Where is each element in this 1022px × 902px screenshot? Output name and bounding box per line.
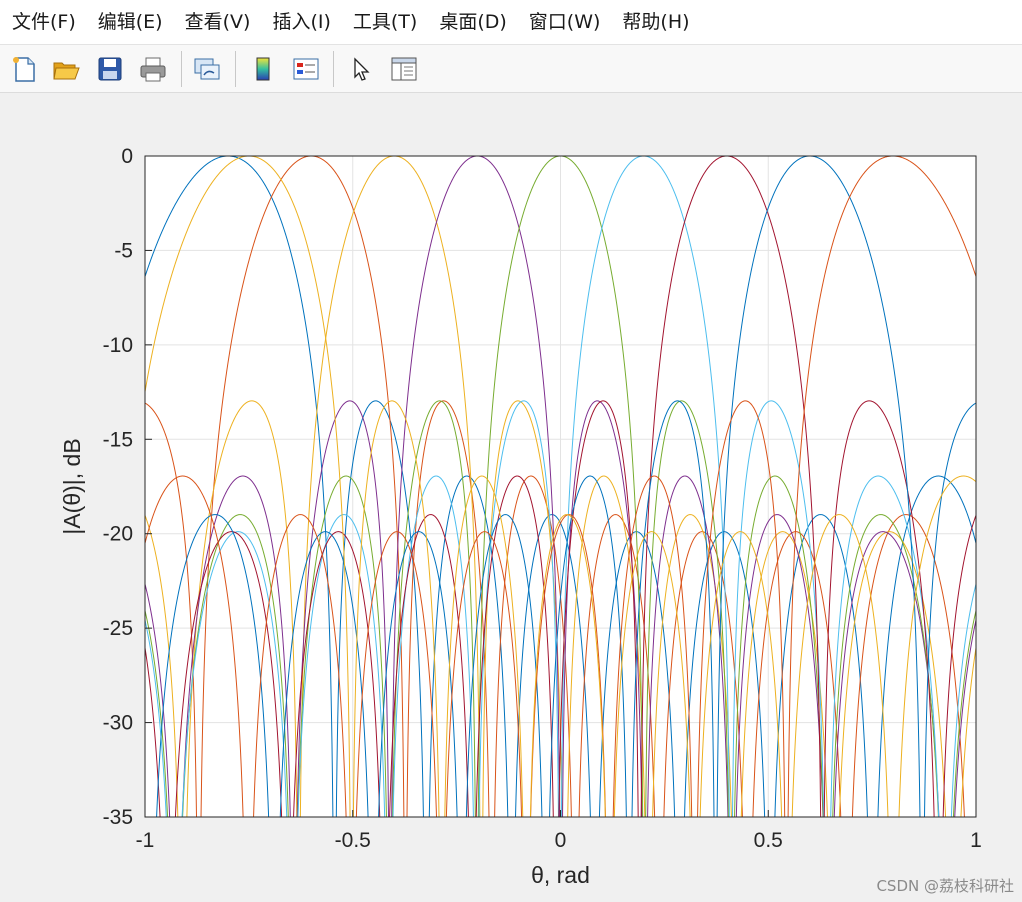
link-plot-button[interactable]	[191, 53, 223, 85]
menu-desktop[interactable]: 桌面(D)	[428, 0, 517, 44]
new-figure-icon	[13, 57, 35, 82]
menu-tools[interactable]: 工具(T)	[342, 0, 428, 44]
menu-file[interactable]: 文件(F)	[0, 0, 87, 44]
y-tick-label: -20	[103, 523, 133, 546]
y-tick-label: -25	[103, 617, 133, 640]
y-tick-label: 0	[121, 145, 133, 168]
print-icon	[140, 57, 166, 82]
y-tick-label: -30	[103, 712, 133, 735]
save-button[interactable]	[94, 53, 126, 85]
new-figure-button[interactable]	[8, 53, 40, 85]
open-file-icon	[53, 62, 80, 80]
watermark: CSDN @荔枝科研社	[876, 877, 1014, 895]
open-file-button[interactable]	[50, 53, 82, 85]
x-tick-label: -0.5	[335, 829, 371, 852]
toolbar-separator	[181, 51, 182, 87]
menu-edit[interactable]: 编辑(E)	[87, 0, 174, 44]
menu-insert[interactable]: 插入(I)	[261, 0, 341, 44]
property-inspector-icon	[391, 57, 417, 81]
chart: -1 -0.5 0 0.5 10-5-10-15-20-25-30-35 θ, rad …	[59, 145, 982, 888]
figure-toolbar	[0, 45, 1022, 93]
x-tick-label: -1	[136, 829, 155, 852]
x-tick-label: 0.5	[754, 829, 783, 852]
menu-bar: 文件(F) 编辑(E) 查看(V) 插入(I) 工具(T) 桌面(D) 窗口(W…	[0, 0, 1022, 45]
x-tick-label: 1	[970, 829, 982, 852]
insert-legend-icon	[293, 58, 319, 80]
print-button[interactable]	[137, 53, 169, 85]
figure-area: -1 -0.5 0 0.5 1 0 -5 -10 -15 -20 -25 -30 -35 θ, rad …	[0, 93, 1022, 902]
menu-help[interactable]: 帮助(H)	[611, 0, 700, 44]
x-tick-label: 0	[555, 829, 567, 852]
link-plot-icon	[194, 58, 220, 80]
save-icon	[98, 57, 122, 81]
edit-plot-button[interactable]	[345, 53, 377, 85]
x-axis-label: θ, rad	[531, 862, 590, 888]
y-tick-label: -35	[103, 806, 133, 829]
edit-plot-icon	[354, 57, 370, 81]
insert-colorbar-button[interactable]	[247, 53, 279, 85]
toolbar-separator	[333, 51, 334, 87]
toolbar-separator	[235, 51, 236, 87]
menu-window[interactable]: 窗口(W)	[518, 0, 612, 44]
menu-view[interactable]: 查看(V)	[174, 0, 262, 44]
y-tick-label: -15	[103, 428, 133, 451]
property-inspector-button[interactable]	[388, 53, 420, 85]
insert-colorbar-icon	[256, 57, 270, 81]
insert-legend-button[interactable]	[290, 53, 322, 85]
y-axis-label: |A(θ)|, dB	[59, 438, 85, 534]
y-tick-label: -10	[103, 334, 133, 357]
y-tick-label: -5	[114, 239, 133, 262]
